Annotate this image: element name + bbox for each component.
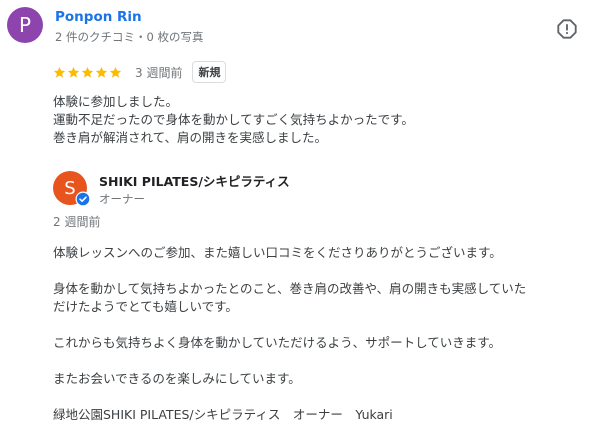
star-icon — [109, 66, 122, 78]
owner-name: SHIKI PILATES/シキピラティス — [99, 174, 290, 189]
review-line: 運動不足だったので身体を動かしてすごく気持ちよかったです。 — [53, 112, 414, 127]
review-date: 3 週間前 — [135, 65, 183, 80]
verified-check-icon — [75, 191, 91, 207]
star-icon — [81, 66, 94, 78]
owner-reply-text: 体験レッスンへのご参加、また嬉しい口コミをくださりありがとうございます。 身体を… — [53, 244, 526, 424]
reply-line — [53, 316, 526, 334]
reply-line — [53, 352, 526, 370]
report-flag-icon[interactable] — [556, 18, 578, 40]
reviewer-meta: 2 件のクチコミ・0 枚の写真 — [55, 30, 204, 44]
star-icon — [67, 66, 80, 78]
owner-role: オーナー — [99, 192, 145, 206]
star-icon — [95, 66, 108, 78]
review-line: 体験に参加しました。 — [53, 94, 179, 109]
reply-line: 身体を動かして気持ちよかったとのこと、巻き肩の改善や、肩の開きも実感していた — [53, 281, 527, 296]
reply-line: これからも気持ちよく身体を動かしていただけるよう、サポートしていきます。 — [53, 335, 502, 350]
reviewer-name[interactable]: Ponpon Rin — [55, 9, 142, 25]
rating-row: 3 週間前 新規 — [53, 61, 227, 83]
review-card: P Ponpon Rin 2 件のクチコミ・0 枚の写真 3 週間前 新規 体験… — [0, 0, 598, 445]
reply-line: 緑地公園SHIKI PILATES/シキピラティス オーナー Yukari — [53, 407, 393, 422]
reply-line: 体験レッスンへのご参加、また嬉しい口コミをくださりありがとうございます。 — [53, 245, 502, 260]
reviewer-avatar[interactable]: P — [7, 7, 43, 43]
review-text: 体験に参加しました。 運動不足だったので身体を動かしてすごく気持ちよかったです。… — [53, 93, 414, 147]
reply-line: またお会いできるのを楽しみにしています。 — [53, 371, 301, 386]
reply-date: 2 週間前 — [53, 215, 101, 229]
new-badge: 新規 — [192, 61, 227, 83]
reply-line — [53, 262, 526, 280]
review-line: 巻き肩が解消されて、肩の開きを実感しました。 — [53, 130, 328, 145]
star-icon — [53, 66, 66, 78]
reply-line — [53, 388, 526, 406]
reply-line: だけたようでとても嬉しいです。 — [53, 299, 238, 314]
star-rating — [53, 66, 122, 79]
